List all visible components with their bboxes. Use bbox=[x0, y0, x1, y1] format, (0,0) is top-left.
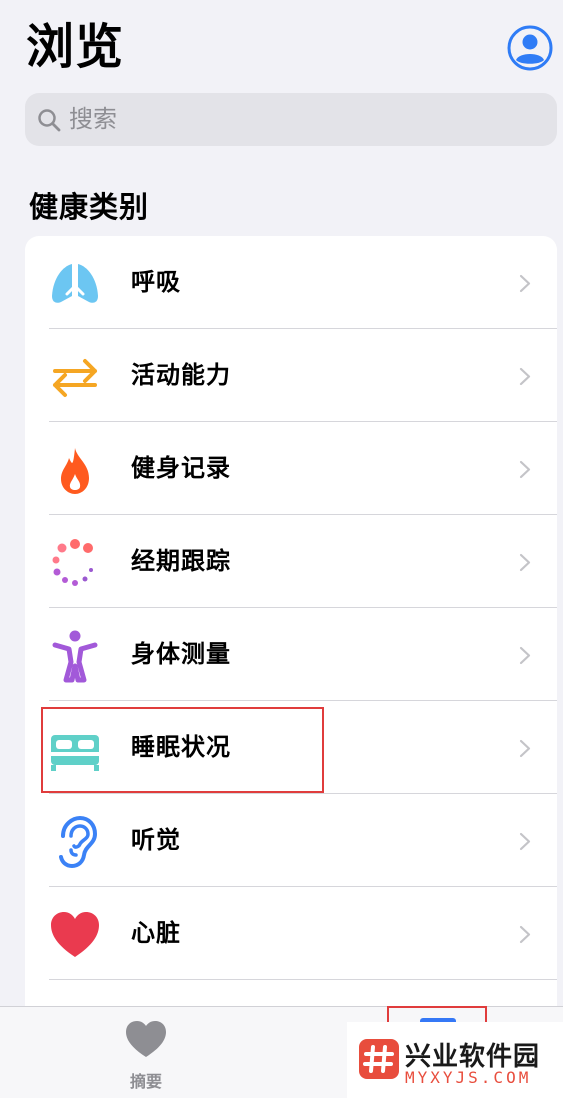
category-row-cycle-tracking[interactable]: 经期跟踪 bbox=[25, 515, 557, 608]
annotation-highlight-box bbox=[41, 707, 324, 793]
flame-icon bbox=[61, 448, 89, 494]
search-icon bbox=[38, 109, 61, 132]
chevron-right-icon bbox=[519, 460, 531, 479]
category-label: 心脏 bbox=[131, 920, 181, 947]
divider bbox=[49, 979, 557, 980]
search-placeholder: 搜索 bbox=[69, 106, 117, 133]
page-title: 浏览 bbox=[26, 21, 125, 74]
category-row-workouts[interactable]: 健身记录 bbox=[25, 422, 557, 515]
section-title: 健康类别 bbox=[29, 192, 150, 224]
watermark-logo-icon bbox=[359, 1039, 399, 1079]
category-row-mobility[interactable]: 活动能力 bbox=[25, 329, 557, 422]
lungs-icon bbox=[52, 260, 98, 303]
category-label: 活动能力 bbox=[131, 362, 231, 389]
category-row-respiratory[interactable]: 呼吸 bbox=[25, 236, 557, 329]
category-label: 呼吸 bbox=[131, 269, 181, 296]
cycle-dots-icon bbox=[52, 539, 93, 586]
category-row-hearing[interactable]: 听觉 bbox=[25, 794, 557, 887]
category-row-body-measurements[interactable]: 身体测量 bbox=[25, 608, 557, 701]
chevron-right-icon bbox=[519, 925, 531, 944]
chevron-right-icon bbox=[519, 646, 531, 665]
tab-summary-label: 摘要 bbox=[129, 1074, 162, 1091]
chevron-right-icon bbox=[519, 367, 531, 386]
watermark: 兴业软件园 MYXYJS.COM bbox=[347, 1022, 563, 1098]
tab-summary[interactable]: 摘要 bbox=[118, 1015, 174, 1091]
profile-avatar-icon[interactable] bbox=[507, 25, 553, 71]
chevron-right-icon bbox=[519, 274, 531, 293]
search-bar[interactable]: 搜索 bbox=[25, 93, 557, 146]
category-row-heart[interactable]: 心脏 bbox=[25, 887, 557, 980]
person-figure-icon bbox=[52, 630, 98, 683]
chevron-right-icon bbox=[519, 553, 531, 572]
chevron-right-icon bbox=[519, 832, 531, 851]
heart-icon bbox=[126, 1021, 166, 1057]
category-label: 健身记录 bbox=[131, 455, 231, 482]
arrows-left-right-icon bbox=[53, 359, 97, 397]
category-label: 身体测量 bbox=[131, 641, 231, 668]
watermark-subtitle: MYXYJS.COM bbox=[405, 1068, 532, 1087]
chevron-right-icon bbox=[519, 739, 531, 758]
category-label: 听觉 bbox=[131, 827, 181, 854]
heart-icon bbox=[51, 912, 99, 957]
category-list: 呼吸 活动能力 健身记录 经期跟踪 身体测量 睡眠状况 听觉 心脏 bbox=[25, 236, 557, 1036]
category-label: 经期跟踪 bbox=[131, 548, 231, 575]
ear-icon bbox=[59, 815, 98, 869]
